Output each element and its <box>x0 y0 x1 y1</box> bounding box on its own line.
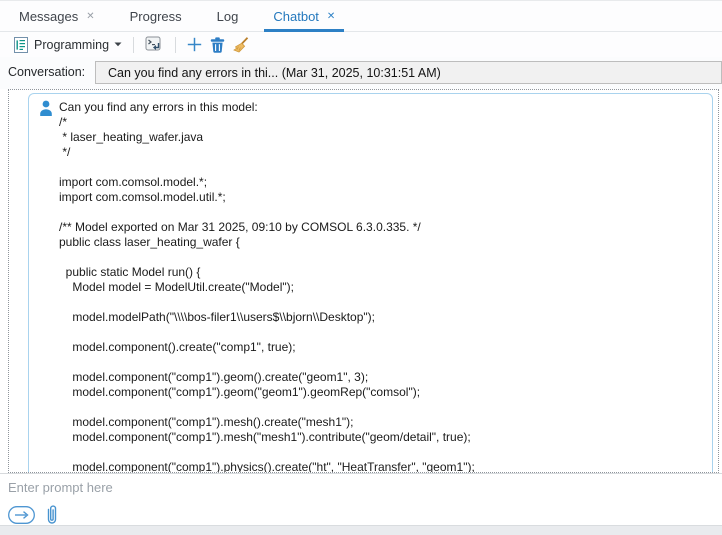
send-to-method-editor-button[interactable] <box>141 34 168 55</box>
tab-chatbot-label: Chatbot <box>273 9 319 24</box>
tab-log[interactable]: Log <box>206 1 250 31</box>
clear-conversation-button[interactable] <box>229 35 253 55</box>
tab-log-label: Log <box>217 9 239 24</box>
toolbar-separator <box>133 37 134 53</box>
trash-icon <box>210 37 225 53</box>
attach-file-button[interactable] <box>45 504 59 526</box>
tab-messages[interactable]: Messages ✕ <box>8 1 106 31</box>
prompt-input-row <box>0 473 722 501</box>
conversation-selected-value: Can you find any errors in thi... (Mar 3… <box>108 66 441 80</box>
conversation-label: Conversation: <box>8 65 85 79</box>
new-conversation-button[interactable] <box>183 35 206 54</box>
prompt-input[interactable] <box>0 474 722 501</box>
paperclip-icon <box>45 504 59 526</box>
chevron-down-icon <box>114 42 122 47</box>
chatbot-toolbar: Programming <box>0 32 722 57</box>
user-message-bubble: Can you find any errors in this model: /… <box>28 93 713 473</box>
tab-bar: Messages ✕ Progress Log Chatbot ✕ <box>0 1 722 32</box>
prompt-actions <box>8 504 59 526</box>
conversation-select[interactable]: Can you find any errors in thi... (Mar 3… <box>95 61 722 84</box>
broom-icon <box>233 37 249 53</box>
send-arrow-icon <box>8 506 35 524</box>
tab-progress[interactable]: Progress <box>119 1 193 31</box>
toolbar-separator <box>175 37 176 53</box>
user-avatar-icon <box>39 100 53 116</box>
programming-document-icon <box>14 37 29 53</box>
close-icon[interactable]: ✕ <box>86 11 94 22</box>
close-icon[interactable]: ✕ <box>327 11 335 22</box>
conversation-viewport[interactable]: Can you find any errors in this model: /… <box>8 89 719 473</box>
delete-conversation-button[interactable] <box>206 35 229 55</box>
tab-progress-label: Progress <box>130 9 182 24</box>
user-message-text: Can you find any errors in this model: /… <box>59 100 704 473</box>
send-button[interactable] <box>8 506 35 524</box>
console-insert-icon <box>145 36 164 53</box>
programming-mode-label: Programming <box>34 38 109 52</box>
programming-mode-dropdown[interactable]: Programming <box>10 35 126 55</box>
tab-messages-label: Messages <box>19 9 78 24</box>
conversation-bar: Conversation: Can you find any errors in… <box>0 57 722 89</box>
plus-icon <box>187 37 202 52</box>
tab-chatbot[interactable]: Chatbot ✕ <box>262 1 346 31</box>
